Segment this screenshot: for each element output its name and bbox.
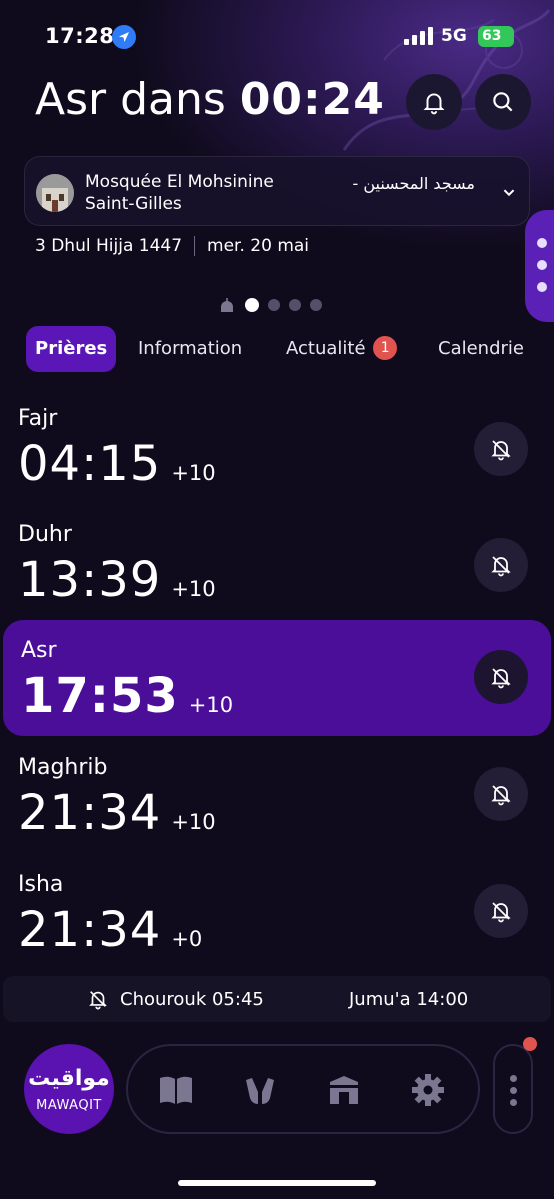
more-menu-button[interactable] <box>493 1044 533 1134</box>
jumua-time: Jumu'a 14:00 <box>349 989 469 1010</box>
prayer-offset: +0 <box>171 927 203 951</box>
cellular-signal-icon <box>404 27 433 45</box>
page-dot[interactable] <box>310 299 322 311</box>
mute-notification-button[interactable] <box>474 422 528 476</box>
side-menu-handle[interactable] <box>525 210 554 322</box>
prayer-offset: +10 <box>171 461 216 485</box>
mosque-thumbnail <box>36 174 74 212</box>
date-row: 3 Dhul Hijja 1447 mer. 20 mai <box>35 236 309 256</box>
mute-notification-button[interactable] <box>474 650 528 704</box>
bell-off-icon <box>491 440 511 461</box>
page-dot-active[interactable] <box>245 298 259 312</box>
notification-dot <box>523 1037 537 1051</box>
mute-notification-button[interactable] <box>474 767 528 821</box>
page-dot[interactable] <box>268 299 280 311</box>
mosque-selector[interactable]: Mosquée El Mohsinine Saint-Gilles مسجد ا… <box>24 156 530 226</box>
prayer-row-isha: Isha 21:34 +0 <box>0 866 554 982</box>
kaaba-icon[interactable] <box>322 1068 366 1112</box>
dua-hands-icon[interactable] <box>238 1068 282 1112</box>
mosque-page-icon[interactable] <box>218 296 236 314</box>
page-dot[interactable] <box>289 299 301 311</box>
quran-icon[interactable] <box>154 1068 198 1112</box>
bell-off-icon <box>491 668 511 689</box>
bell-off-icon <box>491 902 511 923</box>
prayer-row-asr-current: Asr 17:53 +10 <box>3 620 551 736</box>
home-indicator[interactable] <box>178 1180 376 1186</box>
next-prayer-label: Asr dans <box>35 74 226 125</box>
status-bar: 17:28 5G 63 <box>0 0 554 72</box>
bell-icon <box>423 93 445 115</box>
gregorian-date: mer. 20 mai <box>207 236 310 256</box>
handle-dot <box>537 282 547 292</box>
bell-off-icon <box>491 556 511 577</box>
prayer-row-fajr: Fajr 04:15 +10 <box>0 400 554 516</box>
handle-dot <box>537 260 547 270</box>
bell-off-icon[interactable] <box>87 988 109 1010</box>
battery-indicator: 63 <box>478 26 514 47</box>
logo-arabic: مواقيت <box>28 1066 110 1091</box>
prayer-name: Asr <box>21 638 57 663</box>
network-type: 5G <box>441 26 467 46</box>
hijri-date: 3 Dhul Hijja 1447 <box>35 236 183 256</box>
prayer-time: 21:34 +0 <box>18 902 203 958</box>
search-button[interactable] <box>475 74 531 130</box>
prayer-time: 13:39 +10 <box>18 552 216 608</box>
chourouk-time: Chourouk 05:45 <box>120 989 264 1010</box>
prayer-name: Maghrib <box>18 755 108 780</box>
prayer-row-duhr: Duhr 13:39 +10 <box>0 516 554 632</box>
prayer-time: 17:53 +10 <box>21 668 234 724</box>
handle-dot <box>537 238 547 248</box>
tab-actualite-label: Actualité <box>286 338 366 359</box>
date-divider <box>194 236 196 256</box>
more-dot <box>510 1075 517 1082</box>
location-arrow-icon <box>112 25 136 49</box>
prayer-time: 04:15 +10 <box>18 436 216 492</box>
extra-times-bar: Chourouk 05:45 Jumu'a 14:00 <box>3 976 551 1022</box>
page-indicator <box>218 296 322 314</box>
status-time: 17:28 <box>45 24 115 48</box>
tab-actualite[interactable]: Actualité 1 <box>286 326 398 372</box>
mute-notification-button[interactable] <box>474 884 528 938</box>
countdown-value: 00:24 <box>239 74 385 125</box>
prayer-name: Duhr <box>18 522 72 547</box>
settings-gear-icon[interactable] <box>406 1068 450 1112</box>
prayer-name: Isha <box>18 872 64 897</box>
next-prayer-countdown: Asr dans 00:24 <box>35 74 385 125</box>
mawaqit-logo-button[interactable]: مواقيت MAWAQIT <box>24 1044 114 1134</box>
notifications-button[interactable] <box>406 74 462 130</box>
more-dot <box>510 1087 517 1094</box>
more-dot <box>510 1099 517 1106</box>
notification-badge: 1 <box>373 336 398 360</box>
mute-notification-button[interactable] <box>474 538 528 592</box>
prayer-time: 21:34 +10 <box>18 785 216 841</box>
bell-off-icon <box>491 785 511 806</box>
tab-bar: Prières Information Actualité 1 Calendri… <box>26 326 554 372</box>
tab-prieres[interactable]: Prières <box>26 326 117 372</box>
prayer-name: Fajr <box>18 406 58 431</box>
tab-information[interactable]: Information <box>138 326 242 372</box>
prayer-offset: +10 <box>171 577 216 601</box>
prayer-offset: +10 <box>188 693 234 717</box>
mosque-name: Mosquée El Mohsinine Saint-Gilles <box>85 172 274 214</box>
bottom-nav <box>126 1044 480 1134</box>
prayer-offset: +10 <box>171 810 216 834</box>
search-icon <box>493 92 513 112</box>
chevron-down-icon <box>503 189 515 197</box>
logo-text: MAWAQIT <box>36 1098 102 1113</box>
prayer-row-maghrib: Maghrib 21:34 +10 <box>0 749 554 865</box>
mosque-name-arabic: مسجد المحسنين - <box>352 174 475 193</box>
tab-calendrier[interactable]: Calendrie <box>438 326 524 372</box>
